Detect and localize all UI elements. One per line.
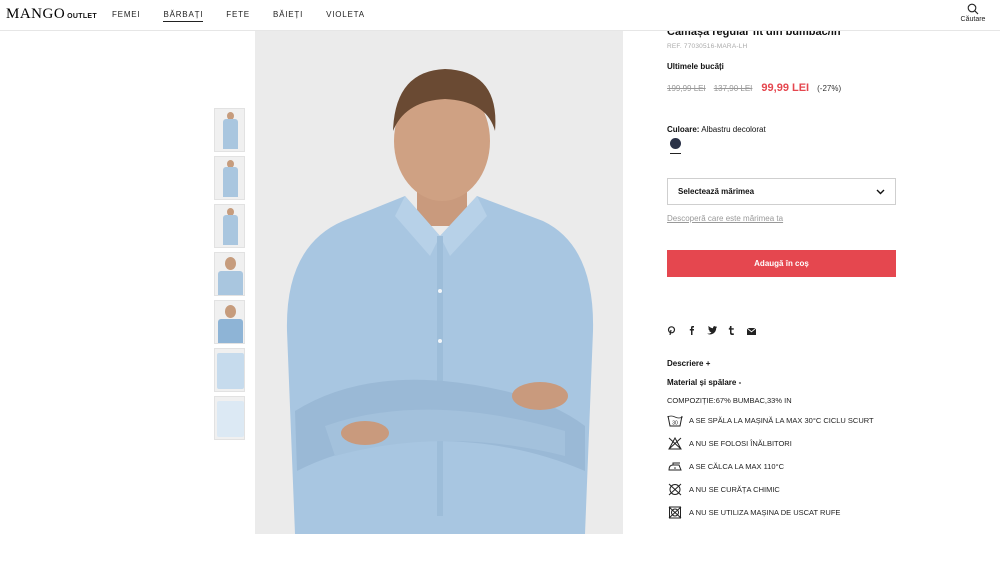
nav-item-violeta[interactable]: VIOLETA xyxy=(326,10,365,22)
pinterest-icon[interactable] xyxy=(667,326,676,337)
search-label: Căutare xyxy=(960,16,986,23)
color-swatch[interactable] xyxy=(670,138,681,149)
care-text: A SE CĂLCA LA MAX 110°C xyxy=(689,462,784,471)
nav-item-femei[interactable]: FEMEI xyxy=(112,10,140,22)
svg-text:30: 30 xyxy=(672,421,678,427)
email-icon[interactable] xyxy=(746,327,757,337)
thumbnail-1[interactable] xyxy=(214,108,245,152)
wash-30-icon: 30 xyxy=(667,415,683,427)
size-select-label: Selectează mărimea xyxy=(678,187,755,196)
brand-sub: OUTLET xyxy=(67,13,97,20)
care-item: A NU SE FOLOSI ÎNĂLBITORI xyxy=(667,437,897,450)
thumbnail-5[interactable] xyxy=(214,300,245,344)
main-nav: FEMEI BĂRBAȚI FETE BĂIEȚI VIOLETA xyxy=(112,10,388,22)
care-item: A NU SE UTILIZA MAȘINA DE USCAT RUFE xyxy=(667,506,897,519)
thumbnail-3[interactable] xyxy=(214,204,245,248)
product-image[interactable] xyxy=(255,31,623,534)
facebook-icon[interactable] xyxy=(687,326,696,337)
brand-name: MANGO xyxy=(6,6,66,22)
no-dry-clean-icon xyxy=(668,483,682,496)
social-share xyxy=(667,326,767,337)
description-toggle[interactable]: Descriere + xyxy=(667,359,710,368)
care-text: A NU SE FOLOSI ÎNĂLBITORI xyxy=(689,439,792,448)
add-to-cart-button[interactable]: Adaugă în coș xyxy=(667,250,896,277)
price-previous: 137,90 LEI xyxy=(713,84,753,93)
thumbnail-7[interactable] xyxy=(214,396,245,440)
thumbnail-gallery xyxy=(214,108,246,444)
color-name: Albastru decolorat xyxy=(701,125,766,134)
swatch-selected-indicator xyxy=(670,153,681,154)
composition-text: COMPOZIȚIE:67% BUMBAC,33% IN xyxy=(667,396,792,405)
size-guide-link[interactable]: Descoperă care este mărimea ta xyxy=(667,214,783,223)
no-tumble-dry-icon xyxy=(668,506,682,519)
thumbnail-6[interactable] xyxy=(214,348,245,392)
color-label: Culoare: xyxy=(667,125,700,134)
price-sale: 99,99 LEI xyxy=(761,82,810,94)
color-info: Culoare: Albastru decolorat xyxy=(667,125,766,134)
size-select[interactable]: Selectează mărimea xyxy=(667,178,896,205)
care-item: 30 A SE SPĂLA LA MAȘINĂ LA MAX 30°C CICL… xyxy=(667,414,897,427)
no-bleach-icon xyxy=(668,437,682,450)
twitter-icon[interactable] xyxy=(707,326,717,337)
care-text: A NU SE UTILIZA MAȘINA DE USCAT RUFE xyxy=(689,508,841,517)
nav-item-barbati[interactable]: BĂRBAȚI xyxy=(163,10,204,22)
price-block: 199,99 LEI 137,90 LEI 99,99 LEI (-27%) xyxy=(667,82,841,94)
product-ref: REF. 77030516-MARA-LH xyxy=(667,43,748,50)
nav-item-baieti[interactable]: BĂIEȚI xyxy=(273,10,303,22)
nav-item-fete[interactable]: FETE xyxy=(226,10,250,22)
stock-status: Ultimele bucăți xyxy=(667,62,724,71)
material-toggle[interactable]: Material și spălare - xyxy=(667,378,741,387)
thumbnail-2[interactable] xyxy=(214,156,245,200)
discount-badge: (-27%) xyxy=(817,84,842,93)
care-item: A SE CĂLCA LA MAX 110°C xyxy=(667,460,897,473)
search-button[interactable]: Căutare xyxy=(953,3,993,23)
care-text: A NU SE CURĂȚA CHIMIC xyxy=(689,485,780,494)
care-text: A SE SPĂLA LA MAȘINĂ LA MAX 30°C CICLU S… xyxy=(689,416,874,425)
site-header: MANGO OUTLET FEMEI BĂRBAȚI FETE BĂIEȚI V… xyxy=(0,0,1000,31)
iron-icon xyxy=(668,462,682,471)
brand-logo[interactable]: MANGO OUTLET xyxy=(6,6,97,23)
chevron-down-icon xyxy=(876,189,885,194)
care-item: A NU SE CURĂȚA CHIMIC xyxy=(667,483,897,496)
price-original: 199,99 LEI xyxy=(667,84,706,93)
product-photo-illustration xyxy=(255,31,623,534)
tumblr-icon[interactable] xyxy=(727,326,736,337)
search-icon xyxy=(967,3,979,15)
thumbnail-4[interactable] xyxy=(214,252,245,296)
